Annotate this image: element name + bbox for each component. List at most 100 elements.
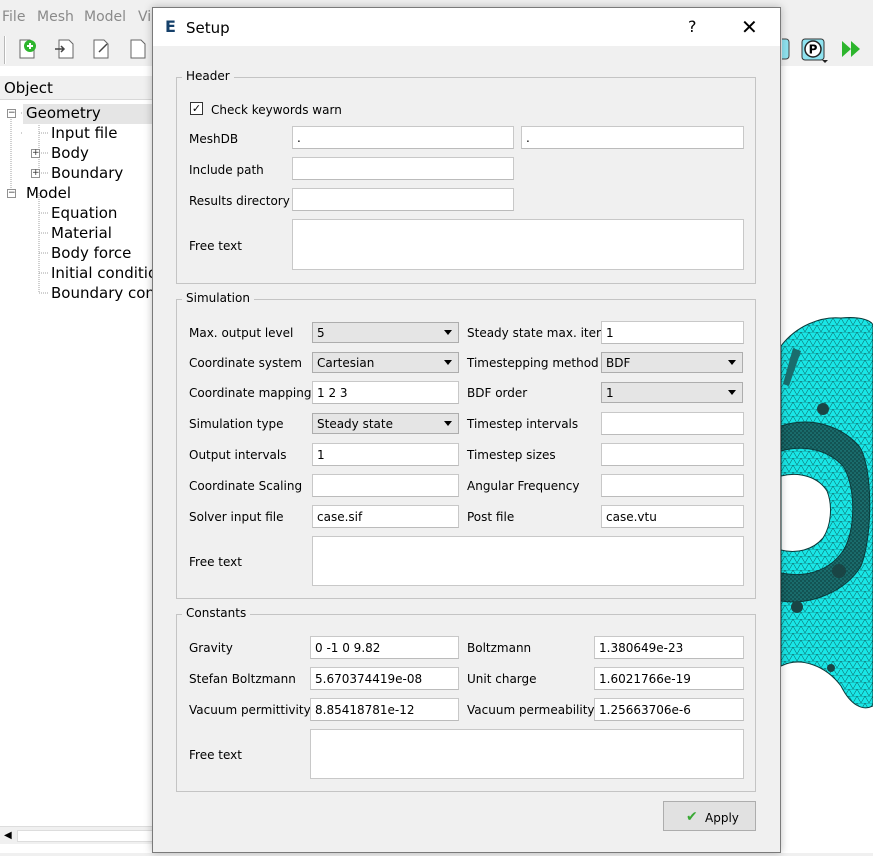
include-path-label: Include path <box>189 163 264 177</box>
checkmark-icon: ✔ <box>686 809 698 825</box>
simulation-free-text-label: Free text <box>189 555 242 569</box>
horizontal-scrollbar[interactable]: ◀ <box>0 826 160 844</box>
meshdb-field-2[interactable]: . <box>521 126 744 149</box>
vacuum-permittivity-field[interactable]: 8.85418781e-12 <box>310 698 459 721</box>
timestep-intervals-label: Timestep intervals <box>467 417 579 431</box>
header-free-text-area[interactable] <box>292 219 744 270</box>
menu-model[interactable]: Model <box>84 9 126 25</box>
setup-dialog: E Setup ? ✕ Header ✓ Check keywords warn… <box>152 7 781 853</box>
dialog-title: Setup <box>186 19 230 37</box>
save-icon[interactable] <box>90 38 112 60</box>
expand-icon[interactable]: + <box>31 149 40 158</box>
unit-charge-field[interactable]: 1.6021766e-19 <box>594 667 744 690</box>
menu-view[interactable]: Vi <box>138 9 151 25</box>
vacuum-permittivity-label: Vacuum permittivity <box>189 703 311 717</box>
open-icon[interactable] <box>53 38 75 60</box>
help-button[interactable]: ? <box>688 17 697 36</box>
timestep-intervals-field[interactable] <box>601 412 744 435</box>
scroll-left-icon[interactable]: ◀ <box>4 830 12 841</box>
constants-free-text-label: Free text <box>189 748 242 762</box>
tree-item-geometry[interactable]: Geometry <box>23 104 160 124</box>
timestepping-method-label: Timestepping method <box>467 356 599 370</box>
bdf-order-select[interactable]: 1 <box>601 382 743 403</box>
apply-button[interactable]: ✔ Apply <box>663 801 756 831</box>
solver-input-file-label: Solver input file <box>189 510 284 524</box>
toolbar-button-partial[interactable] <box>769 38 790 60</box>
run-icon[interactable] <box>840 38 864 60</box>
app-logo-icon: E <box>165 19 181 35</box>
simulation-type-select[interactable]: Steady state <box>312 413 459 434</box>
mesh-render <box>780 317 873 709</box>
close-button[interactable]: ✕ <box>741 15 758 39</box>
gravity-field[interactable]: 0 -1 0 9.82 <box>310 636 459 659</box>
timestepping-method-select[interactable]: BDF <box>601 352 743 373</box>
vacuum-permeability-label: Vacuum permeability <box>467 703 595 717</box>
mesh-viewport[interactable] <box>780 66 873 853</box>
constants-free-text-area[interactable] <box>310 729 744 779</box>
check-keywords-label: Check keywords warn <box>211 103 342 117</box>
angular-frequency-label: Angular Frequency <box>467 479 580 493</box>
tree-item-input-file[interactable]: Input file <box>51 124 117 142</box>
expand-icon[interactable]: + <box>31 169 40 178</box>
simulation-free-text-area[interactable] <box>312 536 744 586</box>
steady-state-max-iter-field[interactable]: 1 <box>601 321 744 344</box>
coordinate-mapping-label: Coordinate mapping <box>189 386 312 400</box>
timestep-sizes-label: Timestep sizes <box>467 448 556 462</box>
results-directory-label: Results directory <box>189 194 290 208</box>
svg-text:P: P <box>809 43 818 57</box>
tree-item-boundary[interactable]: Boundary <box>51 164 123 182</box>
apply-button-label: Apply <box>705 811 739 825</box>
tree-item-material[interactable]: Material <box>51 224 112 242</box>
timestep-sizes-field[interactable] <box>601 443 744 466</box>
chevron-down-icon <box>443 418 454 429</box>
bdf-order-label: BDF order <box>467 386 528 400</box>
coordinate-scaling-label: Coordinate Scaling <box>189 479 303 493</box>
post-file-field[interactable]: case.vtu <box>601 505 744 528</box>
chevron-down-icon <box>443 357 454 368</box>
document-icon[interactable] <box>127 38 149 60</box>
object-header-label: Object <box>4 79 53 97</box>
solver-input-file-field[interactable]: case.sif <box>312 505 459 528</box>
header-group-title: Header <box>182 69 234 83</box>
meshdb-field-1[interactable]: . <box>292 126 514 149</box>
boltzmann-field[interactable]: 1.380649e-23 <box>594 636 744 659</box>
menu-file[interactable]: File <box>2 9 25 25</box>
tree-item-initial-condition[interactable]: Initial condition <box>51 264 167 282</box>
coordinate-system-label: Coordinate system <box>189 356 302 370</box>
stefan-boltzmann-label: Stefan Boltzmann <box>189 672 296 686</box>
checkmark-icon: ✓ <box>191 102 202 115</box>
output-intervals-field[interactable]: 1 <box>312 443 459 466</box>
tree-item-equation[interactable]: Equation <box>51 204 117 222</box>
vacuum-permeability-field[interactable]: 1.25663706e-6 <box>594 698 744 721</box>
max-output-level-select[interactable]: 5 <box>312 322 459 343</box>
unit-charge-label: Unit charge <box>467 672 537 686</box>
check-keywords-checkbox[interactable]: ✓ <box>190 102 203 115</box>
meshdb-label: MeshDB <box>189 132 239 146</box>
coordinate-scaling-field[interactable] <box>312 474 459 497</box>
coordinate-mapping-field[interactable]: 1 2 3 <box>312 381 459 404</box>
dialog-titlebar[interactable]: E Setup ? ✕ <box>153 8 780 46</box>
p-icon[interactable]: P <box>801 38 831 63</box>
boltzmann-label: Boltzmann <box>467 641 532 655</box>
tree-item-body[interactable]: Body <box>51 144 89 162</box>
simulation-group-title: Simulation <box>182 291 254 305</box>
angular-frequency-field[interactable] <box>601 474 744 497</box>
collapse-icon[interactable]: − <box>7 109 16 118</box>
collapse-icon[interactable]: − <box>7 189 16 198</box>
tree-item-model[interactable]: Model <box>26 184 71 202</box>
new-icon[interactable] <box>16 38 38 60</box>
constants-group-title: Constants <box>182 606 251 620</box>
max-output-level-label: Max. output level <box>189 326 294 340</box>
tree-item-body-force[interactable]: Body force <box>51 244 131 262</box>
results-directory-field[interactable] <box>292 188 514 211</box>
menu-mesh[interactable]: Mesh <box>37 9 74 25</box>
post-file-label: Post file <box>467 510 515 524</box>
stefan-boltzmann-field[interactable]: 5.670374419e-08 <box>310 667 459 690</box>
steady-state-max-iter-label: Steady state max. iter <box>467 326 601 340</box>
scrollbar-thumb[interactable] <box>17 830 155 842</box>
include-path-field[interactable] <box>292 157 514 180</box>
gravity-label: Gravity <box>189 641 233 655</box>
object-panel-header: Object <box>0 76 160 100</box>
tree-item-boundary-condition[interactable]: Boundary cond <box>51 284 164 302</box>
coordinate-system-select[interactable]: Cartesian <box>312 352 459 373</box>
